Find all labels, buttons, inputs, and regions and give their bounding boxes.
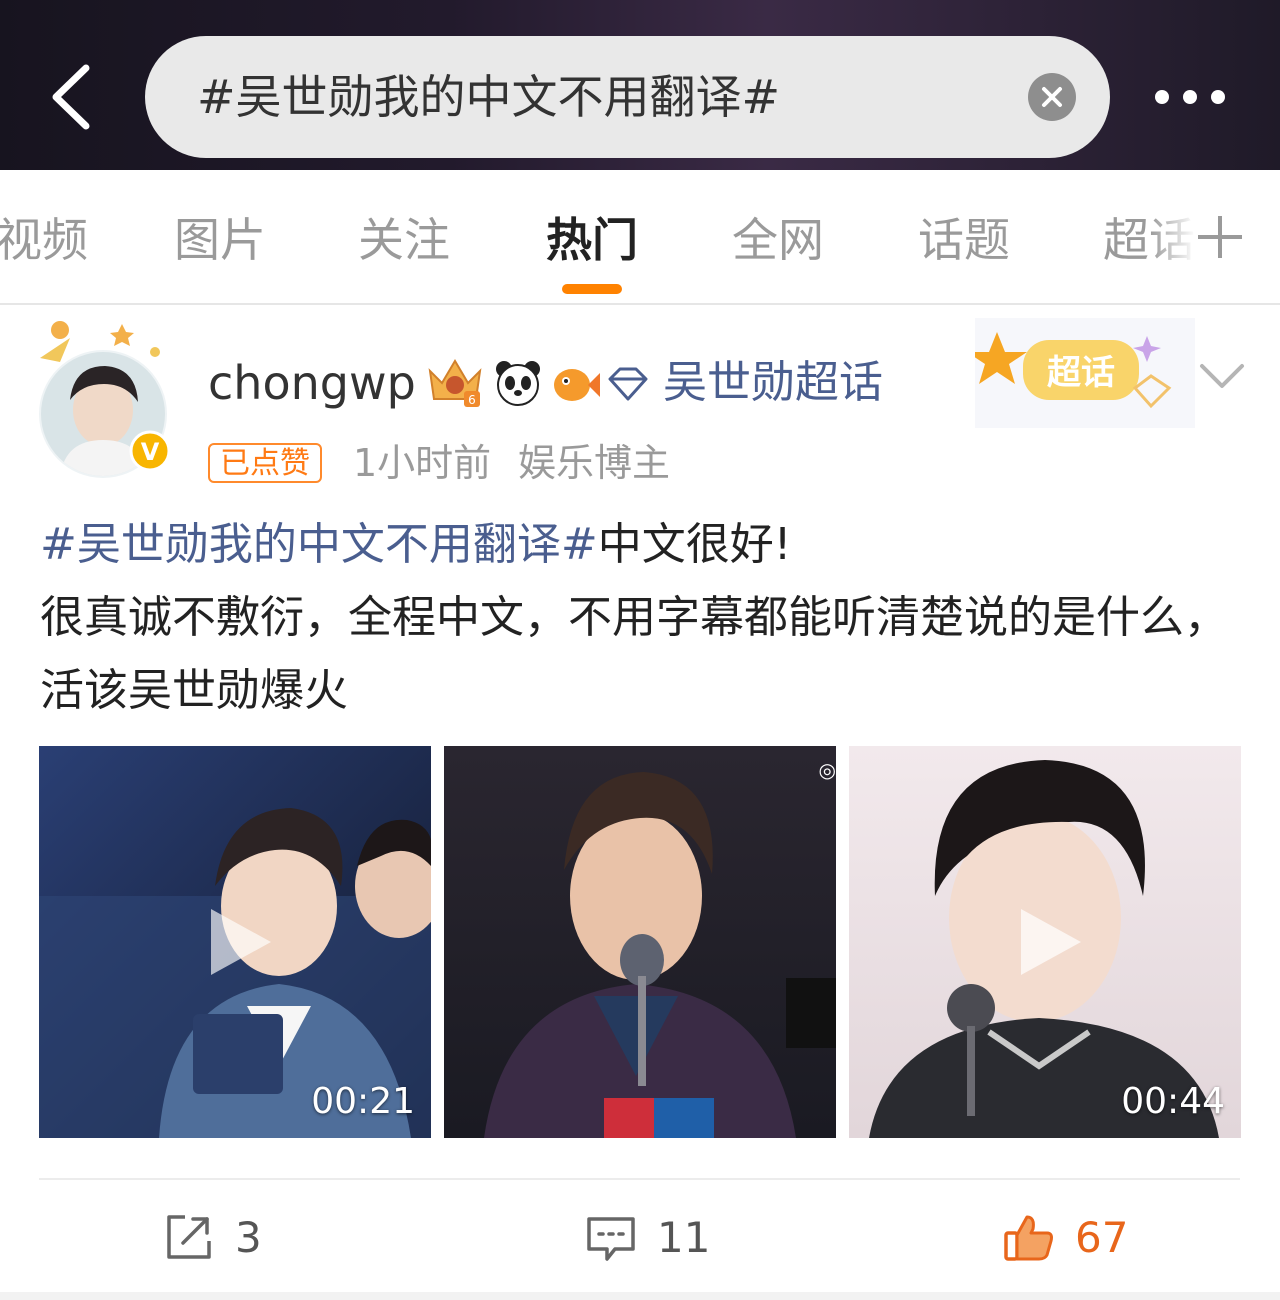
super-topic-link[interactable]: 吴世勋超话 (663, 352, 883, 414)
post-menu-button[interactable] (1198, 358, 1246, 394)
active-tab-indicator (562, 284, 622, 294)
like-button[interactable]: 67 (1003, 1205, 1143, 1269)
more-options-button[interactable] (1150, 80, 1230, 114)
user-badges: 6 (424, 355, 664, 411)
liked-badge: 已点赞 (208, 443, 322, 483)
svg-text:V: V (141, 438, 160, 466)
video-duration-1: 00:21 (311, 1081, 415, 1122)
fish-icon (554, 369, 600, 401)
clear-search-button[interactable] (1028, 73, 1076, 121)
comment-icon (587, 1217, 635, 1261)
post-time: 1小时前 (353, 441, 492, 485)
super-topic-badge[interactable]: 超话 (967, 318, 1195, 428)
chevron-left-icon (52, 64, 90, 130)
search-query-text: #吴世勋我的中文不用翻译# (197, 70, 781, 124)
play-icon (205, 907, 275, 977)
tab-hot[interactable]: 热门 (546, 210, 638, 270)
comment-count: 11 (657, 1213, 711, 1262)
close-icon (1042, 87, 1062, 107)
tab-topics[interactable]: 话题 (918, 210, 1010, 270)
repost-count: 3 (235, 1213, 262, 1262)
filter-tabs: 视频 图片 关注 热门 全网 话题 超话 (0, 170, 1280, 305)
media-video-3[interactable]: 00:44 (849, 746, 1241, 1138)
super-topic-sticker: 超话 (967, 318, 1195, 428)
more-dots-icon (1155, 90, 1225, 104)
tab-following[interactable]: 关注 (358, 210, 450, 270)
media-image-2[interactable]: ◎ (444, 746, 836, 1138)
top-bar: #吴世勋我的中文不用翻译# (0, 0, 1280, 170)
post-text-lead: 中文很好! (597, 519, 792, 570)
post-hashtag[interactable]: #吴世勋我的中文不用翻译# (40, 519, 598, 570)
video-duration-3: 00:44 (1121, 1081, 1225, 1122)
weibo-watermark-icon: ◎ (818, 758, 836, 782)
action-divider (39, 1178, 1240, 1180)
back-button[interactable] (40, 60, 110, 130)
comment-button[interactable]: 11 (585, 1205, 715, 1269)
super-topic-badge-text: 超话 (1047, 353, 1115, 393)
like-count: 67 (1075, 1213, 1129, 1262)
share-icon (167, 1215, 211, 1259)
search-input[interactable]: #吴世勋我的中文不用翻译# (145, 36, 1110, 158)
crown-level-icon: 6 (428, 359, 482, 407)
thumbs-up-icon (1004, 1215, 1053, 1261)
post-text-body: 很真诚不敷衍，全程中文，不用字幕都能听清楚说的是什么，活该吴世勋爆火 (40, 592, 1228, 716)
play-icon (1015, 907, 1085, 977)
author-role: 娱乐博主 (518, 441, 671, 485)
avatar-image: V (39, 321, 171, 478)
add-tab-button[interactable] (1192, 206, 1248, 266)
post-text: #吴世勋我的中文不用翻译#中文很好! 很真诚不敷衍，全程中文，不用字幕都能听清楚… (40, 508, 1250, 727)
chevron-down-icon (1200, 364, 1244, 388)
image-thumbnail-2 (444, 746, 836, 1138)
tab-pictures[interactable]: 图片 (174, 210, 266, 270)
tab-video[interactable]: 视频 (0, 210, 88, 270)
media-video-1[interactable]: 00:21 (39, 746, 431, 1138)
plus-icon (1198, 216, 1242, 258)
diamond-icon (608, 367, 648, 401)
panda-icon (496, 361, 540, 406)
repost-button[interactable]: 3 (163, 1205, 283, 1269)
username[interactable]: chongwp (208, 352, 416, 414)
feed-separator (0, 1292, 1280, 1300)
svg-text:6: 6 (468, 393, 476, 407)
tab-all-web[interactable]: 全网 (732, 210, 824, 270)
avatar[interactable]: V (30, 318, 180, 478)
